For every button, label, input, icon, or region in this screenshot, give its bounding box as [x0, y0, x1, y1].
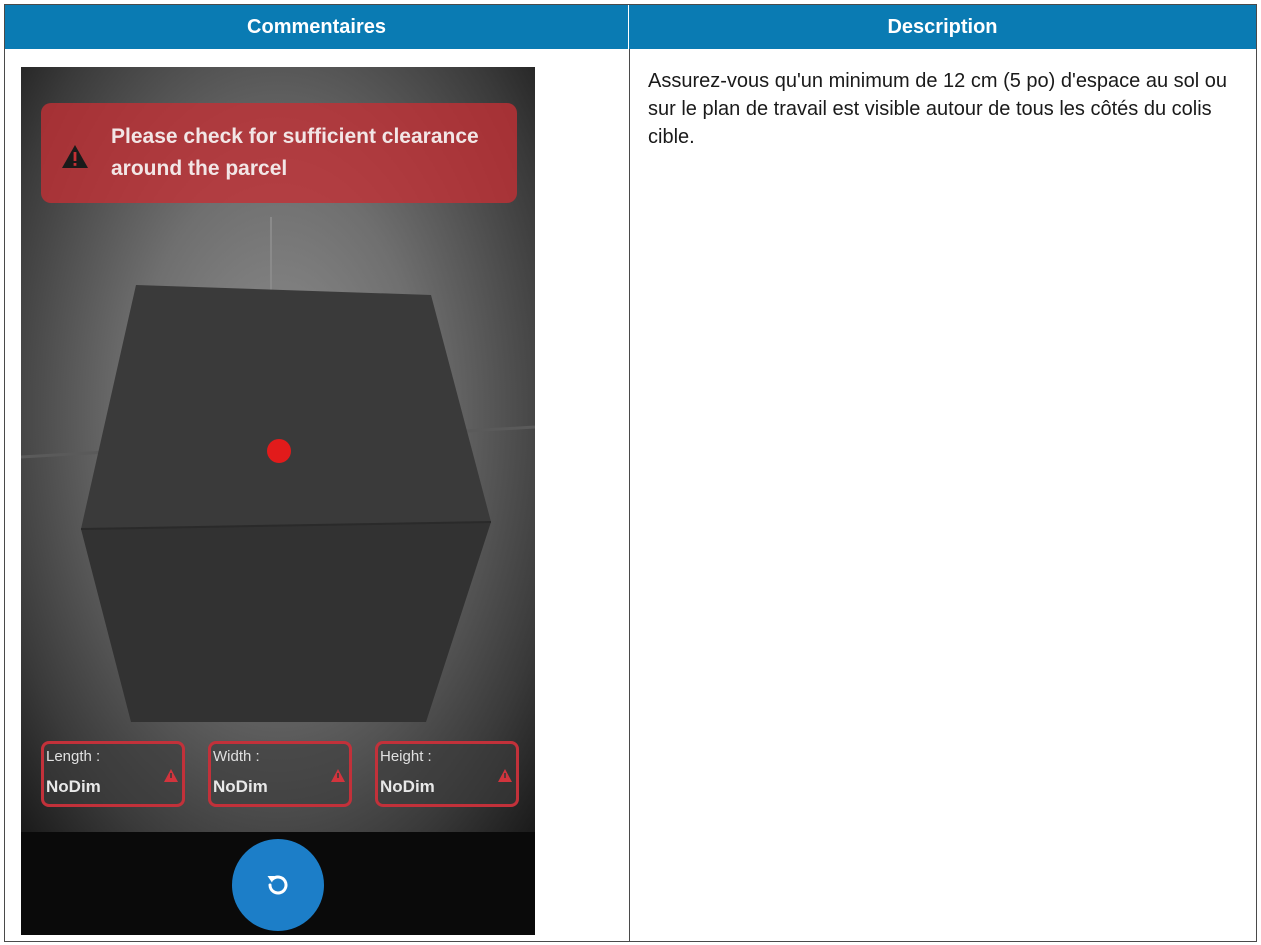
- document-table: Commentaires Description Please check fo…: [4, 4, 1257, 942]
- height-value: NoDim: [380, 777, 435, 796]
- length-box: Length : NoDim: [41, 741, 185, 807]
- camera-view: Please check for sufficient clearance ar…: [21, 67, 535, 832]
- width-value: NoDim: [213, 777, 268, 796]
- height-warning-icon: [498, 769, 512, 782]
- clearance-warning-banner: Please check for sufficient clearance ar…: [41, 103, 517, 203]
- target-dot: [267, 439, 291, 463]
- warning-icon: [62, 145, 88, 168]
- header-description: Description: [887, 15, 998, 38]
- height-label: Height :: [380, 748, 432, 765]
- width-label: Width :: [213, 748, 260, 765]
- phone-screenshot: Please check for sufficient clearance ar…: [21, 67, 535, 935]
- description-text: Assurez-vous qu'un minimum de 12 cm (5 p…: [648, 70, 1228, 148]
- length-warning-icon: [164, 769, 178, 782]
- banner-message: Please check for sufficient clearance ar…: [111, 125, 479, 180]
- header-commentaires: Commentaires: [5, 5, 629, 49]
- refresh-icon: [267, 875, 288, 895]
- height-box: Height : NoDim: [375, 741, 519, 807]
- parcel-top-face: [81, 285, 491, 529]
- column-divider: [629, 49, 630, 941]
- length-label: Length :: [46, 748, 101, 765]
- table-header-row: Commentaires Description: [5, 5, 1256, 49]
- width-warning-icon: [331, 769, 345, 782]
- refresh-button[interactable]: [232, 839, 324, 931]
- parcel-front-face: [81, 522, 491, 722]
- width-box: Width : NoDim: [208, 741, 352, 807]
- length-value: NoDim: [46, 777, 101, 796]
- dimension-row: Length : NoDim Width : NoDim Height: No…: [41, 741, 519, 811]
